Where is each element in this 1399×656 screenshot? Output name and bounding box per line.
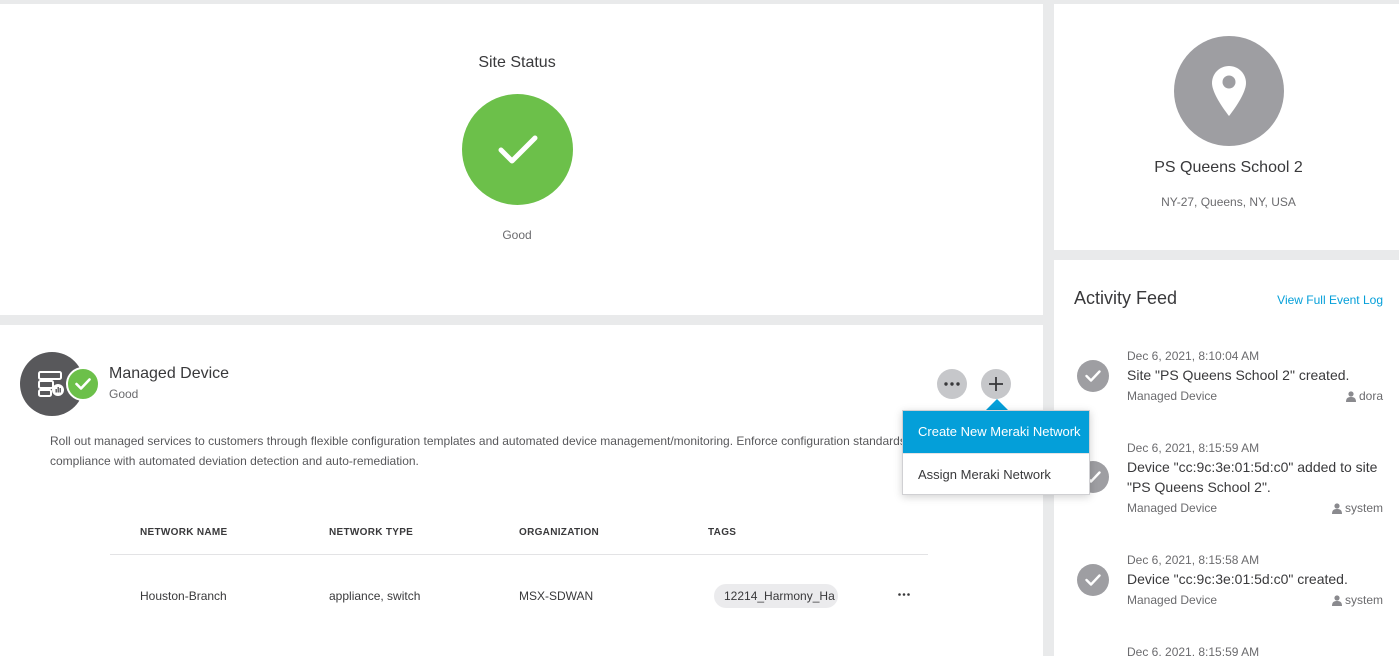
site-status-indicator <box>462 94 573 205</box>
network-name-cell: Houston-Branch <box>140 589 227 603</box>
feed-check-icon <box>1077 360 1109 392</box>
feed-time: Dec 6, 2021, 8:15:59 AM <box>1127 645 1260 656</box>
device-status-badge <box>66 367 100 401</box>
more-horizontal-icon <box>944 382 960 386</box>
site-address: NY-27, Queens, NY, USA <box>1161 195 1296 209</box>
view-full-event-log-link[interactable]: View Full Event Log <box>1277 293 1383 307</box>
user-icon <box>1331 502 1342 514</box>
feed-time: Dec 6, 2021, 8:15:58 AM <box>1127 553 1260 567</box>
add-network-button[interactable] <box>981 369 1011 399</box>
activity-feed-title: Activity Feed <box>1074 288 1178 308</box>
feed-message: Device "cc:9c:3e:01:5d:c0" created. <box>1127 571 1348 587</box>
feed-user: system <box>1331 593 1383 607</box>
column-header-tags[interactable]: TAGS <box>708 527 736 538</box>
server-icon <box>38 371 64 397</box>
site-name: PS Queens School 2 <box>1154 159 1303 176</box>
site-status-title: Site Status <box>478 54 556 71</box>
feed-user-name: system <box>1344 593 1383 607</box>
managed-device-title: Managed Device <box>109 365 230 382</box>
user-icon <box>1345 390 1356 402</box>
site-profile-panel: PS Queens School 2 NY-27, Queens, NY, US… <box>1054 4 1399 250</box>
feed-check-icon <box>1077 564 1109 596</box>
map-pin-icon <box>1212 66 1246 116</box>
managed-device-panel: Managed Device Good Roll out managed ser… <box>0 325 1043 656</box>
add-network-dropdown: Create New Meraki Network Assign Meraki … <box>902 410 1090 495</box>
more-options-button[interactable] <box>937 369 967 399</box>
feed-user: system <box>1331 501 1383 515</box>
feed-source: Managed Device <box>1127 389 1218 403</box>
feed-user: dora <box>1345 389 1383 403</box>
check-icon <box>498 135 537 163</box>
activity-feed-panel: Activity Feed View Full Event Log Dec 6,… <box>1054 260 1399 656</box>
column-header-network-type[interactable]: NETWORK TYPE <box>329 527 413 538</box>
feed-message: Site "PS Queens School 2" created. <box>1127 367 1350 383</box>
plus-icon <box>989 377 1003 391</box>
managed-device-description: Roll out managed services to customers t… <box>50 434 968 468</box>
row-more-button[interactable] <box>894 583 914 605</box>
site-status-panel: Site Status Good <box>0 4 1043 315</box>
feed-user-name: system <box>1344 501 1383 515</box>
assign-meraki-network-option[interactable]: Assign Meraki Network <box>903 453 1089 495</box>
feed-message: Device "cc:9c:3e:01:5d:c0" added to site… <box>1127 459 1378 495</box>
create-new-meraki-network-option[interactable]: Create New Meraki Network <box>903 411 1089 453</box>
feed-user-name: dora <box>1358 389 1383 403</box>
feed-time: Dec 6, 2021, 8:15:59 AM <box>1127 441 1260 455</box>
column-header-organization[interactable]: ORGANIZATION <box>519 527 599 538</box>
site-status-label: Good <box>502 228 532 242</box>
site-avatar <box>1174 36 1284 146</box>
check-icon <box>75 378 91 390</box>
feed-time: Dec 6, 2021, 8:10:04 AM <box>1127 349 1260 363</box>
feed-source: Managed Device <box>1127 501 1218 515</box>
user-icon <box>1331 594 1342 606</box>
column-header-network-name[interactable]: NETWORK NAME <box>140 527 227 538</box>
network-type-cell: appliance, switch <box>329 589 421 603</box>
feed-source: Managed Device <box>1127 593 1218 607</box>
tag-pill: 12214_Harmony_Ha <box>714 584 838 608</box>
dropdown-arrow <box>986 399 1008 410</box>
managed-device-status: Good <box>109 387 139 401</box>
organization-cell: MSX-SDWAN <box>519 589 594 603</box>
table-divider <box>110 554 928 555</box>
more-horizontal-icon <box>898 592 910 596</box>
